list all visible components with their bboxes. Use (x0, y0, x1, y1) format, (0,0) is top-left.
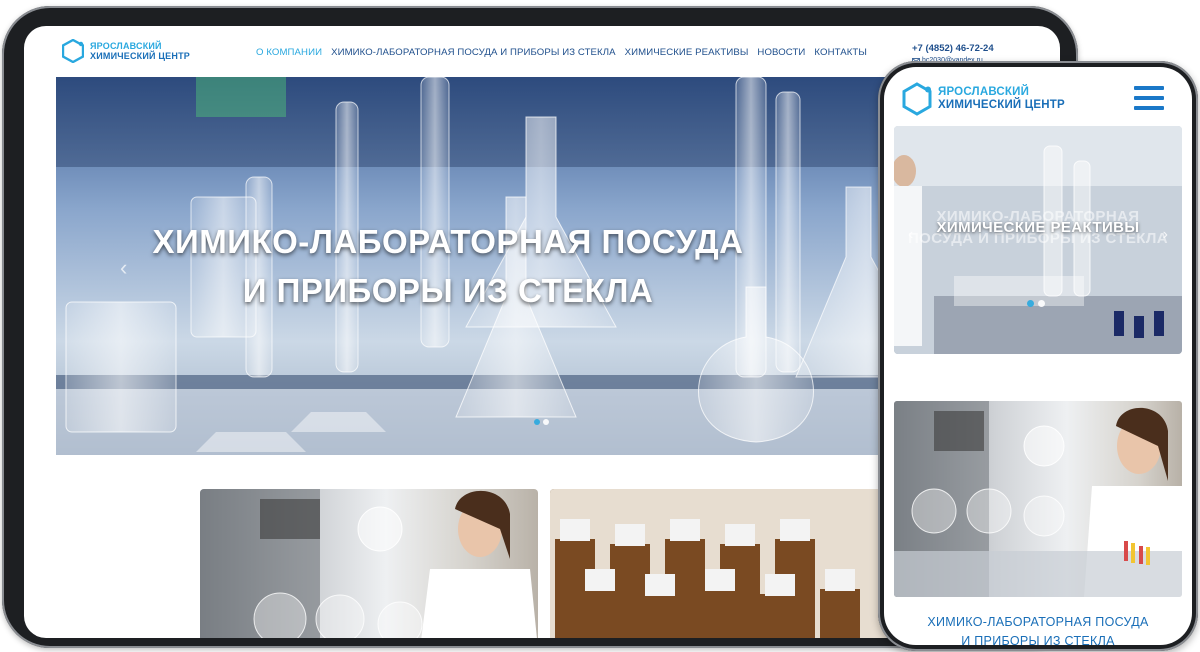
logo-line-2: ХИМИЧЕСКИЙ ЦЕНТР (90, 51, 190, 61)
hero-title-line-2: И ПРИБОРЫ ИЗ СТЕКЛА (242, 272, 654, 309)
site-logo[interactable]: ЯРОСЛАВСКИЙ ХИМИЧЕСКИЙ ЦЕНТР (62, 39, 190, 63)
category-card-glassware[interactable] (200, 489, 538, 638)
hero-title-line-1: ХИМИКО-ЛАБОРАТОРНАЯ ПОСУДА (152, 223, 744, 260)
mobile-slider-dots (1027, 300, 1045, 307)
mobile-logo-line-2: ХИМИЧЕСКИЙ ЦЕНТР (938, 99, 1065, 111)
slider-dot-2[interactable] (543, 419, 549, 425)
mobile-category-card-glassware[interactable] (894, 401, 1182, 597)
slider-dot-1[interactable] (534, 419, 540, 425)
hamburger-menu-icon[interactable] (1134, 86, 1164, 110)
chevron-right-icon: › (1162, 226, 1168, 243)
mobile-logo-line-1: ЯРОСЛАВСКИЙ (938, 86, 1030, 98)
main-nav: О КОМПАНИИ ХИМИКО-ЛАБОРАТОРНАЯ ПОСУДА И … (256, 47, 867, 58)
nav-item-reagents[interactable]: ХИМИЧЕСКИЕ РЕАКТИВЫ (625, 47, 749, 58)
nav-item-about[interactable]: О КОМПАНИИ (256, 47, 322, 58)
chevron-left-icon: ‹ (908, 226, 914, 243)
hexagon-logo-icon (902, 82, 932, 116)
mobile-slider-dot-2[interactable] (1038, 300, 1045, 307)
mobile-card-title[interactable]: ХИМИКО-ЛАБОРАТОРНАЯ ПОСУДА И ПРИБОРЫ ИЗ … (884, 613, 1192, 645)
mobile-card-title-line-1: ХИМИКО-ЛАБОРАТОРНАЯ ПОСУДА (927, 615, 1149, 629)
logo-line-1: ЯРОСЛАВСКИЙ (90, 41, 162, 51)
phone-device-frame: ЯРОСЛАВСКИЙ ХИМИЧЕСКИЙ ЦЕНТР ХИМИКО-ЛАБО… (878, 61, 1198, 651)
phone-number[interactable]: +7 (4852) 46-72-24 (912, 43, 994, 54)
hero-title: ХИМИКО-ЛАБОРАТОРНАЯ ПОСУДА И ПРИБОРЫ ИЗ … (56, 217, 840, 315)
mobile-hero-slider: ХИМИКО-ЛАБОРАТОРНАЯ ПОСУДА И ПРИБОРЫ ИЗ … (894, 126, 1182, 354)
nav-item-news[interactable]: НОВОСТИ (757, 47, 805, 58)
hexagon-logo-icon (62, 39, 84, 63)
nav-item-contacts[interactable]: КОНТАКТЫ (814, 47, 867, 58)
mobile-logo-text: ЯРОСЛАВСКИЙ ХИМИЧЕСКИЙ ЦЕНТР (938, 86, 1065, 112)
mobile-slider-prev-button[interactable]: ‹ (908, 226, 913, 244)
mobile-slider-next-button[interactable]: › (1163, 226, 1168, 244)
slider-dots (534, 419, 549, 425)
mobile-site-logo[interactable]: ЯРОСЛАВСКИЙ ХИМИЧЕСКИЙ ЦЕНТР (902, 82, 1065, 116)
phone-screen: ЯРОСЛАВСКИЙ ХИМИЧЕСКИЙ ЦЕНТР ХИМИКО-ЛАБО… (884, 67, 1192, 645)
mobile-lab-woman-photo (894, 401, 1182, 597)
mobile-hero-title: ХИМИЧЕСКИЕ РЕАКТИВЫ (936, 219, 1140, 236)
mobile-card-title-line-2: И ПРИБОРЫ ИЗ СТЕКЛА (961, 634, 1115, 645)
logo-text: ЯРОСЛАВСКИЙ ХИМИЧЕСКИЙ ЦЕНТР (90, 41, 190, 61)
mobile-slider-dot-1[interactable] (1027, 300, 1034, 307)
nav-item-glassware[interactable]: ХИМИКО-ЛАБОРАТОРНАЯ ПОСУДА И ПРИБОРЫ ИЗ … (331, 47, 616, 58)
lab-woman-photo (200, 489, 537, 638)
